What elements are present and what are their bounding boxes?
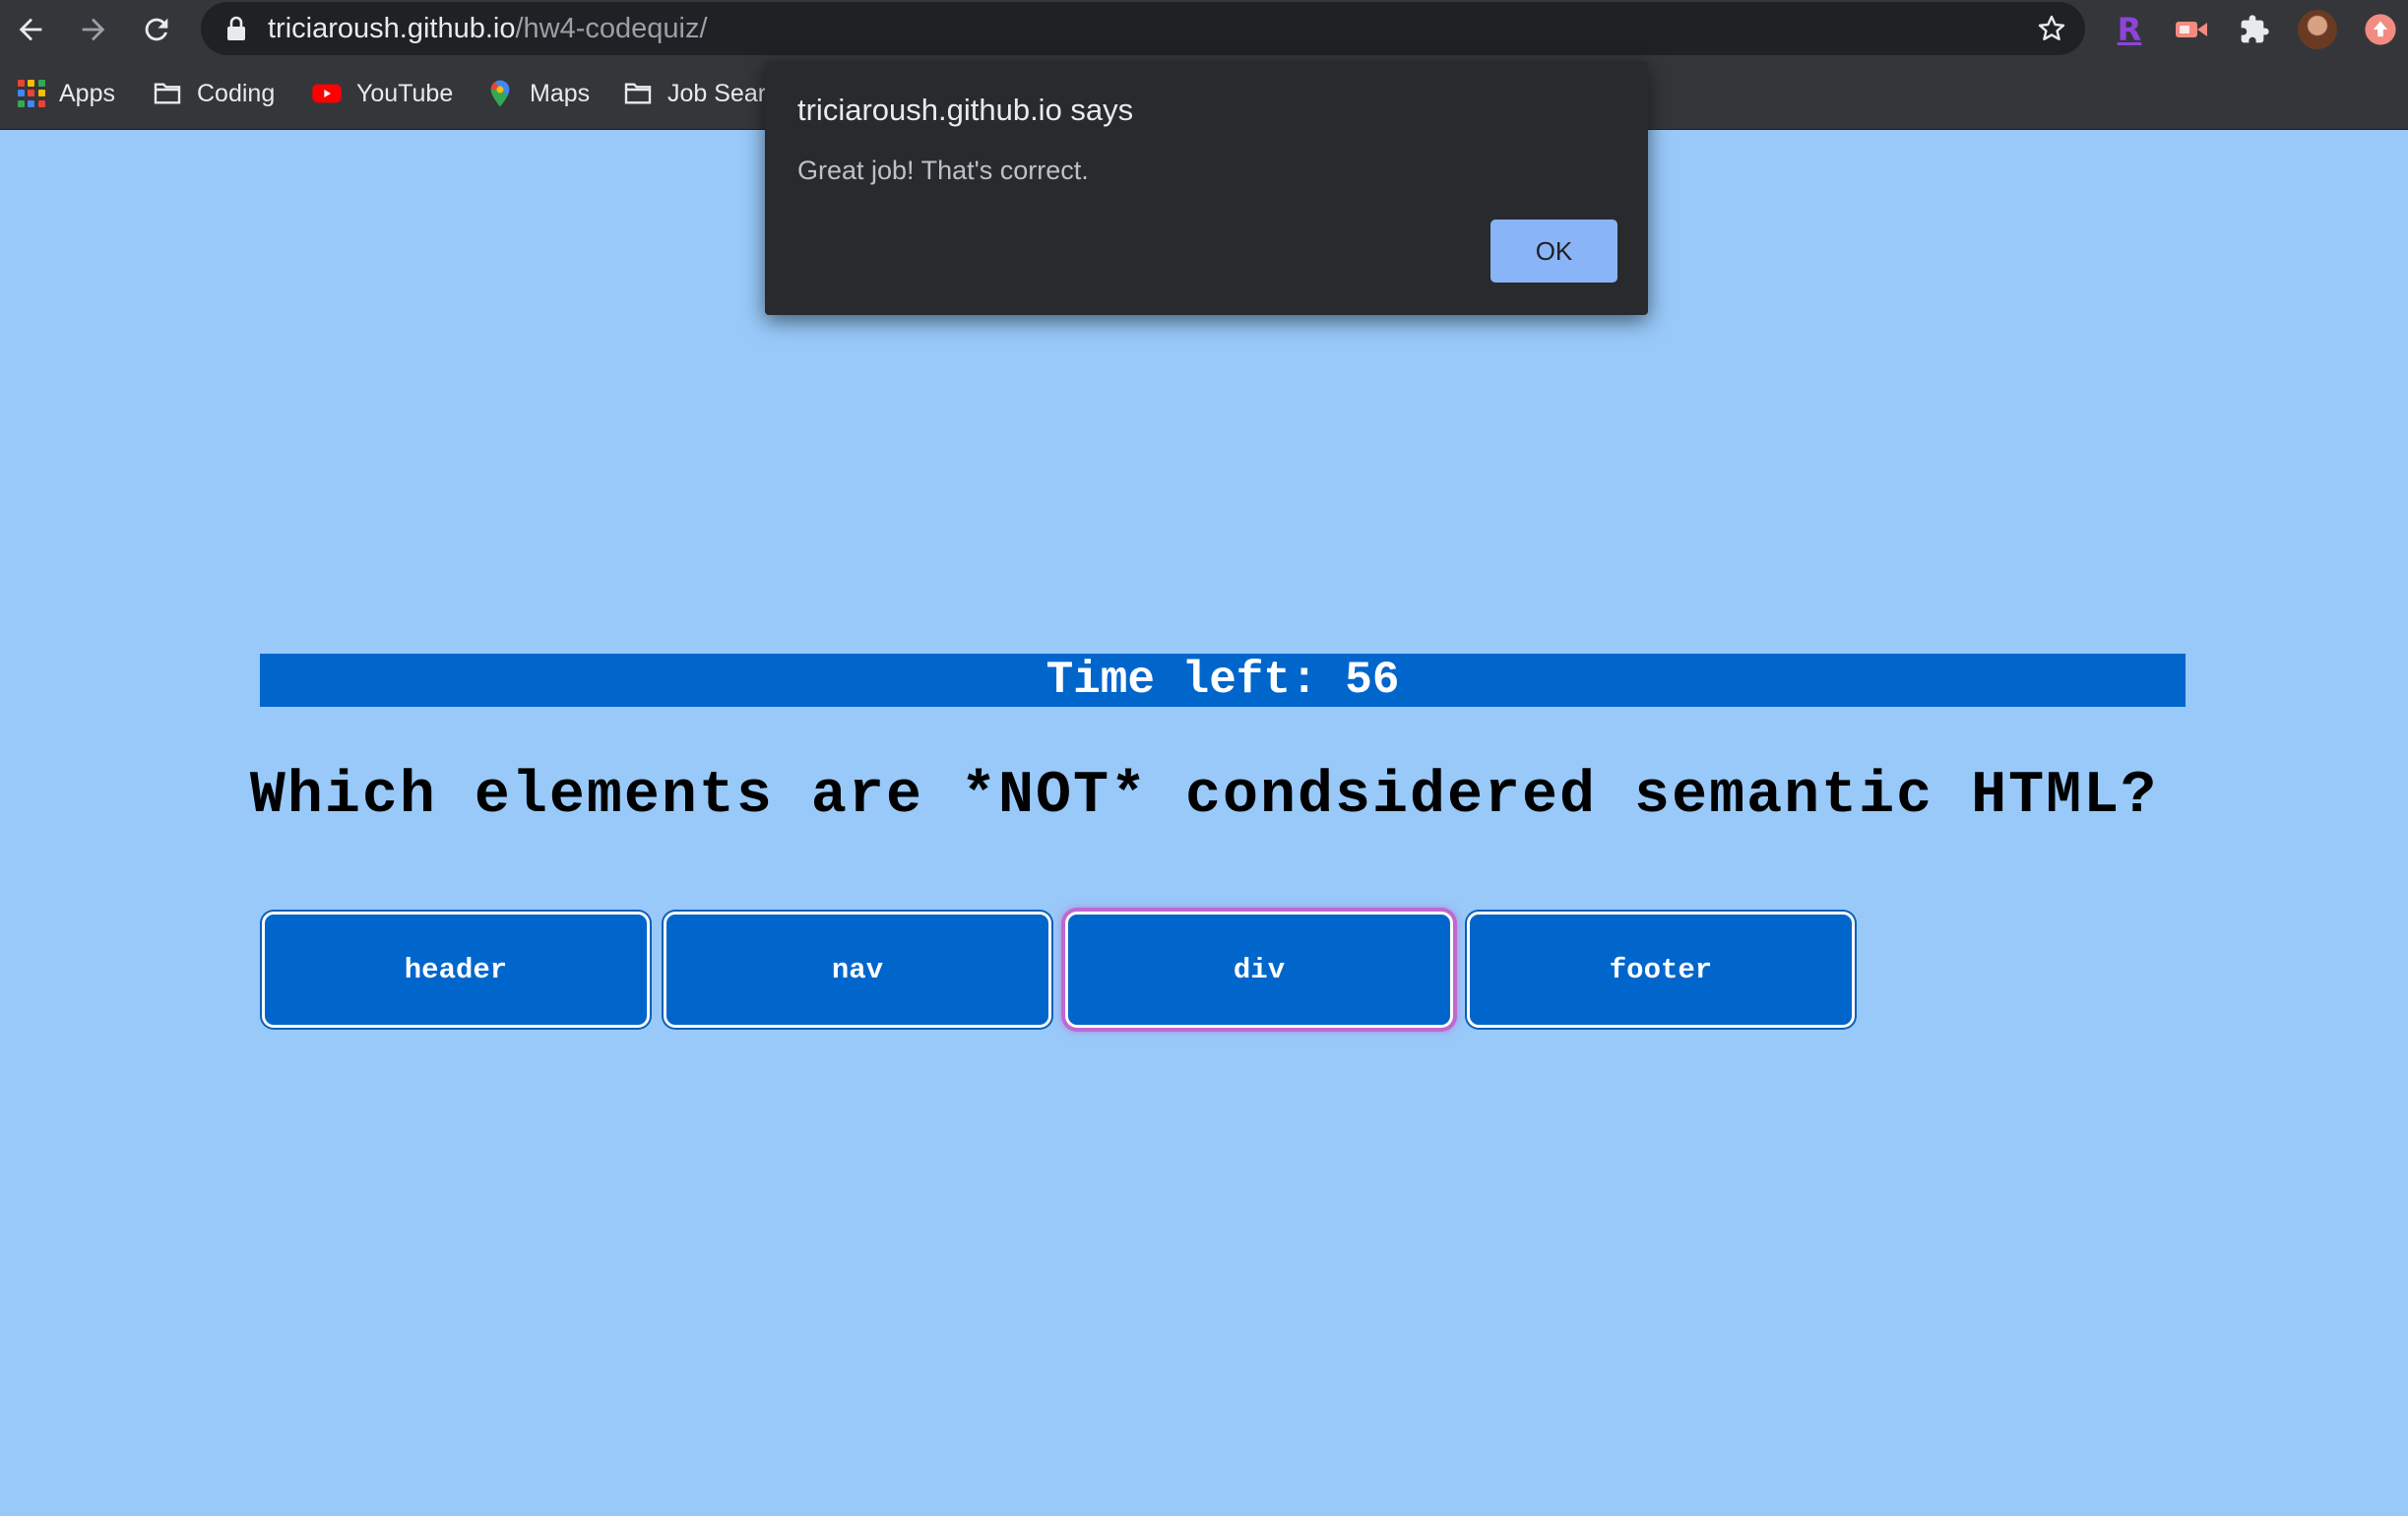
bookmark-star-icon[interactable]: [2036, 13, 2067, 44]
bookmark-label: Job Sear: [667, 79, 767, 107]
update-menu-icon[interactable]: [2359, 8, 2402, 51]
avatar: [2298, 10, 2337, 49]
folder-icon: [624, 83, 652, 104]
reload-icon: [145, 18, 168, 41]
alert-dialog: triciaroush.github.io says Great job! Th…: [765, 61, 1648, 315]
puzzle-extensions-icon[interactable]: [2233, 8, 2276, 51]
url-text: triciaroush.github.io/hw4-codequiz/: [268, 13, 708, 44]
bookmark-youtube[interactable]: YouTube: [311, 69, 453, 118]
answer-button-footer[interactable]: footer: [1467, 912, 1855, 1028]
dialog-message: Great job! That's correct.: [797, 156, 1089, 185]
bookmark-coding[interactable]: Coding: [152, 69, 275, 118]
reload-button[interactable]: [133, 6, 180, 53]
question-text: Which elements are *NOT* condsidered sem…: [249, 763, 2159, 830]
ok-button[interactable]: OK: [1490, 220, 1617, 283]
answer-button-nav[interactable]: nav: [664, 912, 1051, 1028]
timer-bar: Time left: 56: [260, 654, 2186, 707]
lock-icon: [227, 16, 245, 40]
bookmark-job-search[interactable]: Job Sear: [622, 69, 766, 118]
answer-button-div[interactable]: div: [1065, 912, 1453, 1028]
apps-grid-icon: [18, 80, 45, 107]
bookmark-label: Apps: [59, 79, 115, 107]
folder-icon: [154, 83, 181, 104]
r-extension-icon[interactable]: R: [2108, 8, 2151, 51]
back-button[interactable]: [7, 6, 54, 53]
youtube-icon: [312, 84, 342, 103]
bookmark-maps[interactable]: Maps: [484, 69, 590, 118]
answer-button-header[interactable]: header: [262, 912, 650, 1028]
profile-avatar[interactable]: [2296, 8, 2339, 51]
maps-pin-icon: [490, 80, 510, 107]
bookmark-apps[interactable]: Apps: [18, 69, 115, 118]
dialog-title: triciaroush.github.io says: [797, 93, 1134, 127]
bookmark-label: YouTube: [356, 79, 454, 107]
back-arrow-icon: [19, 18, 42, 41]
address-bar[interactable]: triciaroush.github.io/hw4-codequiz/: [201, 2, 2085, 55]
answer-list: header nav div footer: [262, 912, 1857, 1034]
bookmark-label: Maps: [530, 79, 591, 107]
forward-button[interactable]: [70, 6, 117, 53]
recording-extension-icon[interactable]: [2170, 8, 2213, 51]
bookmark-label: Coding: [197, 79, 276, 107]
forward-arrow-icon: [82, 18, 105, 41]
